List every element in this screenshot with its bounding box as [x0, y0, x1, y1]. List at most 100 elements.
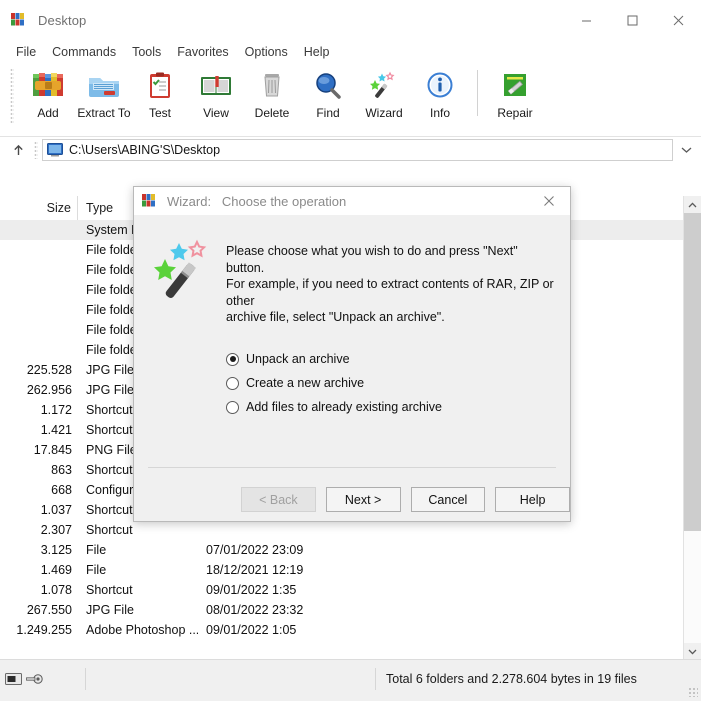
- radio-add-files-to-existing-archive[interactable]: Add files to already existing archive: [226, 395, 442, 419]
- table-row[interactable]: 3.125File07/01/2022 23:09: [0, 540, 683, 560]
- toolbar-button-test[interactable]: Test: [132, 64, 188, 126]
- cell-type: Adobe Photoshop ...: [78, 623, 198, 637]
- help-button[interactable]: Help: [495, 487, 570, 512]
- menu-bar: File Commands Tools Favorites Options He…: [0, 40, 701, 64]
- toolbar-button-find[interactable]: Find: [300, 64, 356, 126]
- table-row[interactable]: 2.307Shortcut: [0, 520, 683, 540]
- dialog-instructions: Please choose what you wish to do and pr…: [226, 243, 556, 326]
- cell-date: 18/12/2021 12:19: [198, 563, 683, 577]
- computer-icon: [47, 143, 63, 157]
- toolbar-separator: [477, 70, 478, 116]
- toolbar-button-delete-label: Delete: [255, 106, 290, 120]
- chevron-down-icon: [688, 649, 697, 655]
- radio-unpack-an-archive-label: Unpack an archive: [246, 352, 350, 366]
- toolbar-grip[interactable]: [10, 68, 14, 124]
- scroll-down-button[interactable]: [684, 643, 701, 660]
- table-row[interactable]: 1.469File18/12/2021 12:19: [0, 560, 683, 580]
- dialog-close-button[interactable]: [528, 187, 570, 215]
- cell-size: 1.469: [0, 563, 78, 577]
- menu-item-tools[interactable]: Tools: [124, 43, 169, 61]
- toolbar-button-test-label: Test: [149, 106, 171, 120]
- radio-add-files-to-existing-archive-button[interactable]: [226, 401, 239, 414]
- window-controls: [563, 0, 701, 40]
- radio-unpack-an-archive[interactable]: Unpack an archive: [226, 347, 442, 371]
- cell-size: 1.078: [0, 583, 78, 597]
- address-bar: C:\Users\ABING'S\Desktop: [0, 137, 701, 163]
- cancel-button[interactable]: Cancel: [411, 487, 486, 512]
- toolbar-button-info-label: Info: [430, 106, 450, 120]
- cell-size: 2.307: [0, 523, 78, 537]
- table-row[interactable]: 1.078Shortcut09/01/2022 1:35: [0, 580, 683, 600]
- menu-item-favorites[interactable]: Favorites: [169, 43, 236, 61]
- title-bar: Desktop: [0, 0, 701, 40]
- cell-type: JPG File: [78, 603, 198, 617]
- menu-item-help[interactable]: Help: [296, 43, 338, 61]
- menu-item-file[interactable]: File: [8, 43, 44, 61]
- toolbar-button-extract-to[interactable]: Extract To: [76, 64, 132, 126]
- minimize-button[interactable]: [563, 0, 609, 40]
- address-path-field[interactable]: C:\Users\ABING'S\Desktop: [42, 139, 673, 161]
- view-book-icon: [198, 69, 234, 103]
- cell-date: 07/01/2022 23:09: [198, 543, 683, 557]
- radio-create-a-new-archive[interactable]: Create a new archive: [226, 371, 442, 395]
- cell-date: 09/01/2022 1:05: [198, 623, 683, 637]
- toolbar-button-view[interactable]: View: [188, 64, 244, 126]
- cell-size: 3.125: [0, 543, 78, 557]
- radio-add-files-to-existing-archive-label: Add files to already existing archive: [246, 400, 442, 414]
- repair-icon: [497, 69, 533, 103]
- toolbar: Add Extract To: [0, 64, 701, 137]
- maximize-button[interactable]: [609, 0, 655, 40]
- back-button[interactable]: < Back: [241, 487, 316, 512]
- cell-size: 1.172: [0, 403, 78, 417]
- extract-folder-icon: [86, 69, 122, 103]
- cell-size: 267.550: [0, 603, 78, 617]
- scrollbar-thumb[interactable]: [684, 213, 701, 531]
- delete-trash-icon: [254, 69, 290, 103]
- resize-grip[interactable]: [688, 687, 698, 697]
- toolbar-button-info[interactable]: Info: [412, 64, 468, 126]
- toolbar-button-wizard[interactable]: Wizard: [356, 64, 412, 126]
- cell-size: 17.845: [0, 443, 78, 457]
- wizard-dialog: Wizard: Choose the operation: [133, 186, 571, 522]
- radio-unpack-an-archive-button[interactable]: [226, 353, 239, 366]
- status-bar-spacer: [86, 668, 376, 690]
- address-dropdown-button[interactable]: [673, 138, 699, 162]
- cell-size: 1.037: [0, 503, 78, 517]
- close-button[interactable]: [655, 0, 701, 40]
- menu-item-options[interactable]: Options: [237, 43, 296, 61]
- toolbar-button-extract-to-label: Extract To: [77, 106, 130, 120]
- instructions-line-1: Please choose what you wish to do and pr…: [226, 243, 556, 276]
- radio-create-a-new-archive-label: Create a new archive: [246, 376, 364, 390]
- cell-date: 08/01/2022 23:32: [198, 603, 683, 617]
- toolbar-button-add[interactable]: Add: [20, 64, 76, 126]
- table-row[interactable]: 267.550JPG File08/01/2022 23:32: [0, 600, 683, 620]
- wizard-wand-icon: [366, 69, 402, 103]
- cell-type: File: [78, 563, 198, 577]
- cell-size: 262.956: [0, 383, 78, 397]
- status-bar-text: Total 6 folders and 2.278.604 bytes in 1…: [376, 668, 701, 690]
- table-row[interactable]: 1.249.255Adobe Photoshop ...09/01/2022 1…: [0, 620, 683, 640]
- address-path-text: C:\Users\ABING'S\Desktop: [69, 143, 220, 157]
- address-bar-grip[interactable]: [34, 141, 38, 159]
- next-button[interactable]: Next >: [326, 487, 401, 512]
- operation-radio-group: Unpack an archive Create a new archive A…: [226, 347, 442, 419]
- add-archive-icon: [30, 69, 66, 103]
- cell-size: 1.421: [0, 423, 78, 437]
- scrollbar-track[interactable]: [684, 213, 701, 643]
- cell-type: File: [78, 543, 198, 557]
- wizard-wand-icon: [147, 237, 219, 309]
- toolbar-button-add-label: Add: [37, 106, 58, 120]
- cell-size: 1.249.255: [0, 623, 78, 637]
- toolbar-button-delete[interactable]: Delete: [244, 64, 300, 126]
- column-header-size[interactable]: Size: [0, 196, 78, 220]
- instructions-line-2: For example, if you need to extract cont…: [226, 276, 556, 309]
- menu-item-commands[interactable]: Commands: [44, 43, 124, 61]
- up-one-level-button[interactable]: [2, 138, 34, 162]
- close-icon: [543, 195, 555, 207]
- cell-size: 863: [0, 463, 78, 477]
- toolbar-button-repair[interactable]: Repair: [487, 64, 543, 126]
- scroll-up-button[interactable]: [684, 196, 701, 213]
- file-list-scrollbar[interactable]: [683, 196, 701, 660]
- radio-create-a-new-archive-button[interactable]: [226, 377, 239, 390]
- dialog-title-text: Wizard: Choose the operation: [167, 194, 346, 209]
